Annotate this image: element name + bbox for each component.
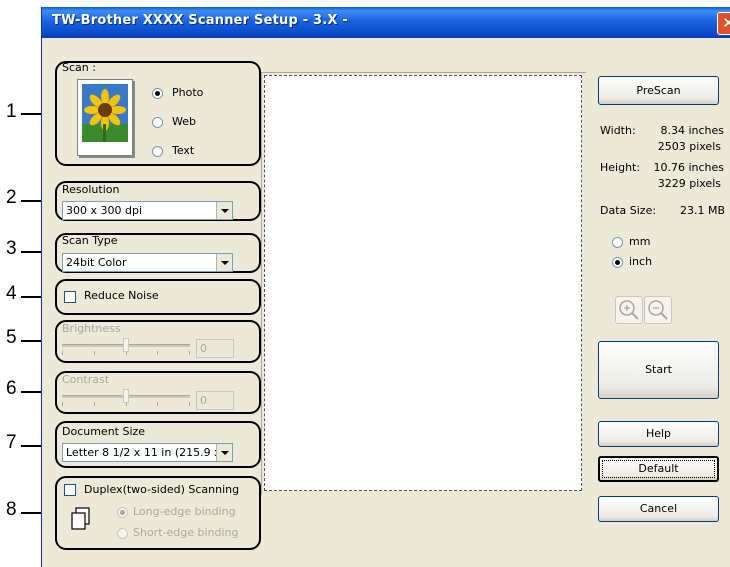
slider-thumb[interactable] (123, 389, 129, 403)
height-label: Height: (600, 161, 641, 174)
data-size-label: Data Size: (600, 204, 657, 217)
radio-photo-label[interactable]: Photo (172, 86, 203, 99)
slider-tick (157, 351, 158, 355)
resolution-label: Resolution (62, 183, 120, 196)
slider-tick (189, 351, 190, 355)
start-button[interactable]: Start (598, 341, 719, 399)
callout-7: 7 (6, 432, 17, 453)
default-button[interactable]: Default (598, 456, 719, 482)
photo-thumbnail-icon (77, 79, 133, 156)
reduce-noise-checkbox[interactable] (64, 291, 76, 303)
callout-4: 4 (6, 283, 17, 304)
short-edge-label[interactable]: Short-edge binding (133, 526, 239, 539)
radio-inch[interactable] (612, 257, 623, 268)
zoom-in-icon[interactable] (615, 296, 643, 324)
callout-6: 6 (6, 378, 17, 399)
width-label: Width: (600, 124, 636, 137)
width-inches: 8.34 inches (660, 124, 724, 137)
callout-1: 1 (6, 101, 17, 122)
callout-8: 8 (6, 499, 17, 520)
chevron-down-icon[interactable] (216, 254, 232, 271)
help-button[interactable]: Help (598, 421, 719, 447)
radio-short-edge[interactable] (117, 528, 128, 539)
preview-area[interactable] (264, 75, 582, 491)
contrast-label: Contrast (62, 373, 110, 386)
title-bar[interactable]: TW-Brother XXXX Scanner Setup - 3.X - ✕ (42, 7, 730, 38)
chevron-down-icon[interactable] (216, 202, 232, 219)
radio-web[interactable] (152, 117, 163, 128)
zoom-out-icon[interactable] (644, 296, 672, 324)
mm-label[interactable]: mm (629, 235, 650, 248)
scan-type-select[interactable]: 24bit Color (62, 253, 233, 272)
inch-label[interactable]: inch (629, 255, 652, 268)
duplex-checkbox[interactable] (64, 484, 76, 496)
cancel-button[interactable]: Cancel (598, 496, 719, 522)
height-inches: 10.76 inches (653, 161, 724, 174)
long-edge-label[interactable]: Long-edge binding (133, 505, 236, 518)
radio-long-edge[interactable] (117, 507, 128, 518)
chevron-down-icon[interactable] (216, 444, 232, 461)
slider-tick (189, 402, 190, 406)
radio-photo[interactable] (152, 88, 163, 99)
height-pixels: 3229 pixels (657, 177, 721, 190)
reduce-noise-label[interactable]: Reduce Noise (84, 289, 159, 302)
slider-tick (157, 402, 158, 406)
slider-thumb[interactable] (123, 338, 129, 352)
window-title: TW-Brother XXXX Scanner Setup - 3.X - (52, 13, 348, 28)
callout-5: 5 (6, 327, 17, 348)
brightness-slider[interactable] (62, 337, 190, 359)
slider-tick (94, 351, 95, 355)
resolution-select[interactable]: 300 x 300 dpi (62, 201, 233, 220)
document-size-label: Document Size (62, 425, 146, 438)
callout-2: 2 (6, 187, 17, 208)
resolution-value: 300 x 300 dpi (66, 204, 143, 217)
contrast-value[interactable]: 0 (196, 391, 234, 410)
data-size-value: 23.1 MB (679, 204, 725, 217)
radio-text-label[interactable]: Text (172, 144, 194, 157)
slider-tick (94, 402, 95, 406)
scan-type-label: Scan Type (62, 234, 118, 247)
radio-text[interactable] (152, 146, 163, 157)
callout-3: 3 (6, 238, 17, 259)
close-icon[interactable]: ✕ (717, 12, 730, 35)
document-size-select[interactable]: Letter 8 1/2 x 11 in (215.9 x (62, 443, 233, 462)
width-pixels: 2503 pixels (657, 140, 721, 153)
brightness-label: Brightness (62, 322, 121, 335)
duplex-pages-icon (70, 507, 92, 534)
prescan-button[interactable]: PreScan (598, 76, 719, 105)
scan-type-value: 24bit Color (66, 256, 127, 269)
radio-mm[interactable] (612, 237, 623, 248)
duplex-label[interactable]: Duplex(two-sided) Scanning (84, 483, 239, 496)
radio-web-label[interactable]: Web (172, 115, 196, 128)
brightness-value[interactable]: 0 (196, 339, 234, 358)
scan-group-label: Scan : (62, 61, 96, 74)
contrast-slider[interactable] (62, 388, 190, 410)
slider-tick (62, 351, 63, 355)
slider-tick (62, 402, 63, 406)
document-size-value: Letter 8 1/2 x 11 in (215.9 x (66, 446, 216, 459)
